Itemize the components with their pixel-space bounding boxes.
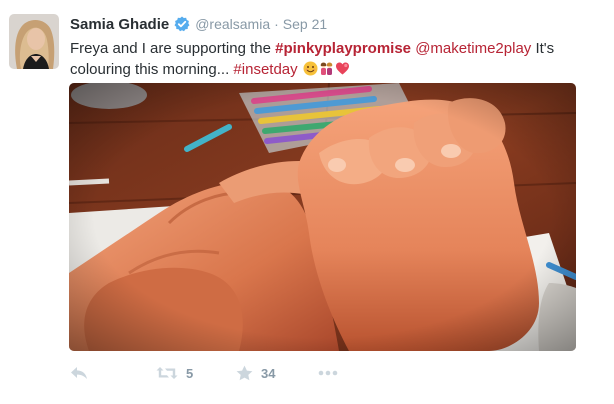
time-separator: · [274,16,279,32]
tweet-header: Samia Ghadie @realsamia · Sep 21 [70,14,327,34]
retweet-count: 5 [186,365,194,381]
favorite-button[interactable]: 34 [236,365,318,381]
tweet-actions: 5 34 [70,362,348,384]
hashtag-link[interactable]: #pinkyplaypromise [275,40,411,57]
verified-badge-icon [174,16,190,32]
mother-daughter-emoji-icon [319,61,334,76]
tweet-text-part: Freya and I are supporting the [70,40,276,57]
tweet-media[interactable] [69,83,576,351]
tweet-text: Freya and I are supporting the #pinkypla… [70,38,570,80]
avatar[interactable] [9,14,59,69]
mention-link[interactable]: @maketime2play [415,40,531,57]
more-button[interactable] [318,370,348,376]
pinky-promise-photo-icon [69,83,576,351]
star-icon [236,365,253,381]
retweet-icon [156,366,178,380]
author-fullname[interactable]: Samia Ghadie [70,16,169,33]
heart-emoji-icon [335,61,350,76]
retweet-button[interactable]: 5 [156,366,236,381]
tweet: Samia Ghadie @realsamia · Sep 21 Freya a… [0,0,614,404]
author-screenname[interactable]: @realsamia [195,16,270,32]
more-icon [318,370,338,376]
smiling-face-emoji-icon [303,61,318,76]
hashtag-link[interactable]: #insetday [233,61,297,78]
reply-icon [70,366,88,380]
favorite-count: 34 [261,365,276,381]
tweet-timestamp[interactable]: Sep 21 [283,16,327,32]
profile-photo-icon [9,14,59,69]
reply-button[interactable] [70,366,156,380]
